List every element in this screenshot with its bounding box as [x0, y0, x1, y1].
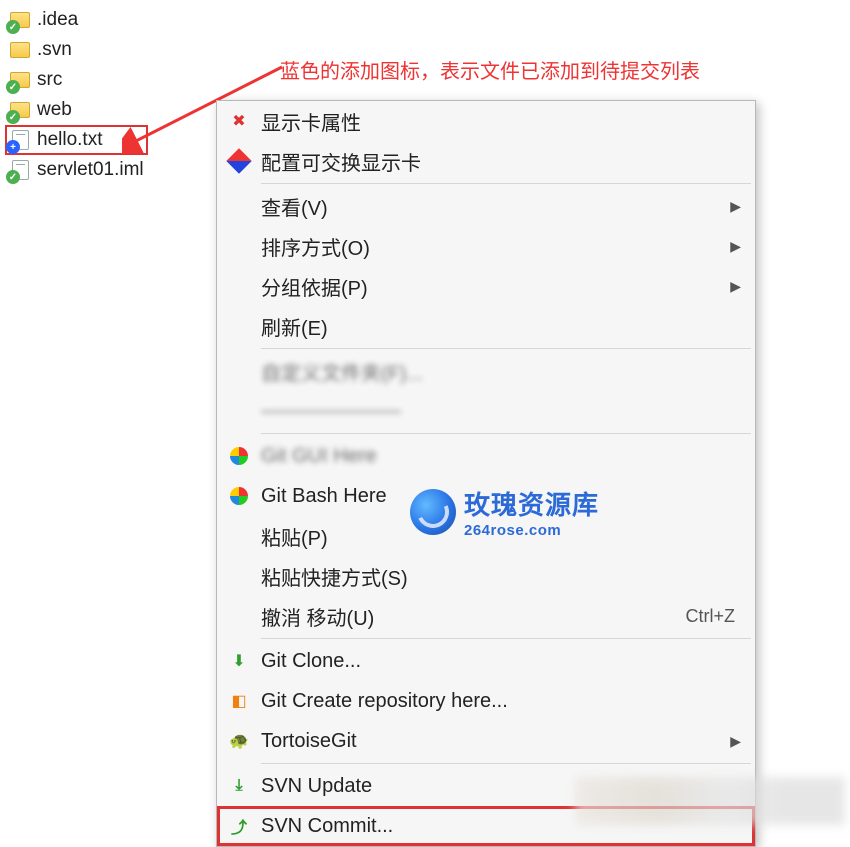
menu-item-undo-move[interactable]: 撤消 移动(U) Ctrl+Z: [217, 596, 755, 636]
menu-label: 刷新(E): [261, 312, 741, 341]
file-label: web: [37, 99, 72, 121]
file-item-src[interactable]: ✓ src: [5, 65, 148, 95]
menu-label: 粘贴快捷方式(S): [261, 562, 741, 591]
folder-icon: ✓: [9, 9, 31, 31]
text-file-icon: ✓: [9, 159, 31, 181]
menu-item-sort[interactable]: 排序方式(O) ▶: [217, 226, 755, 266]
git-clone-icon: ⬇: [228, 650, 250, 672]
menu-item-gpu-properties[interactable]: ✖ 显示卡属性: [217, 101, 755, 141]
menu-label: 撤消 移动(U): [261, 602, 686, 631]
text-file-icon: +: [9, 129, 31, 151]
menu-label: 自定义文件夹(F)...: [261, 357, 741, 386]
folder-icon: [9, 39, 31, 61]
tortoisegit-icon: 🐢: [228, 730, 250, 752]
obscured-region: [575, 777, 845, 825]
menu-item-group[interactable]: 分组依据(P) ▶: [217, 266, 755, 306]
menu-item-paste-shortcut[interactable]: 粘贴快捷方式(S): [217, 556, 755, 596]
submenu-arrow-icon: ▶: [730, 278, 741, 295]
menu-label: 查看(V): [261, 192, 730, 221]
menu-label: Git Clone...: [261, 650, 741, 673]
menu-item-refresh[interactable]: 刷新(E): [217, 306, 755, 346]
submenu-arrow-icon: ▶: [730, 238, 741, 255]
svn-normal-overlay-icon: ✓: [6, 110, 20, 124]
file-item-idea[interactable]: ✓ .idea: [5, 5, 148, 35]
menu-label: 显示卡属性: [261, 107, 741, 136]
git-create-icon: ◧: [228, 690, 250, 712]
menu-label: TortoiseGit: [261, 730, 730, 753]
svn-normal-overlay-icon: ✓: [6, 170, 20, 184]
menu-item-git-bash[interactable]: Git Bash Here: [217, 476, 755, 516]
menu-separator: [261, 348, 751, 349]
file-item-hello-txt[interactable]: + hello.txt: [5, 125, 148, 155]
file-label: src: [37, 69, 62, 91]
menu-label: 配置可交换显示卡: [261, 147, 741, 176]
menu-label: Git Create repository here...: [261, 690, 741, 713]
switchable-gpu-icon: [226, 148, 251, 173]
menu-label: Git GUI Here: [261, 445, 741, 468]
menu-separator: [261, 763, 751, 764]
svn-normal-overlay-icon: ✓: [6, 20, 20, 34]
menu-separator: [261, 638, 751, 639]
menu-label: 排序方式(O): [261, 232, 730, 261]
file-item-svn[interactable]: .svn: [5, 35, 148, 65]
menu-label: 分组依据(P): [261, 272, 730, 301]
menu-item-obscured[interactable]: 自定义文件夹(F)...: [217, 351, 755, 391]
menu-item-view[interactable]: 查看(V) ▶: [217, 186, 755, 226]
git-icon: [230, 487, 248, 505]
menu-item-paste[interactable]: 粘贴(P): [217, 516, 755, 556]
svn-commit-icon: ⤴: [228, 815, 250, 837]
folder-icon: ✓: [9, 69, 31, 91]
menu-item-obscured[interactable]: ———————: [217, 391, 755, 431]
file-list: ✓ .idea .svn ✓ src ✓ web + hello.txt ✓ s…: [5, 5, 148, 185]
submenu-arrow-icon: ▶: [730, 733, 741, 750]
menu-item-git-create-repo[interactable]: ◧ Git Create repository here...: [217, 681, 755, 721]
file-label: servlet01.iml: [37, 159, 144, 181]
folder-icon: ✓: [9, 99, 31, 121]
file-label: .idea: [37, 9, 78, 31]
file-item-servlet-iml[interactable]: ✓ servlet01.iml: [5, 155, 148, 185]
menu-item-git-clone[interactable]: ⬇ Git Clone...: [217, 641, 755, 681]
menu-separator: [261, 433, 751, 434]
menu-label: Git Bash Here: [261, 485, 741, 508]
menu-separator: [261, 183, 751, 184]
file-label: hello.txt: [37, 129, 102, 151]
annotation-text: 蓝色的添加图标，表示文件已添加到待提交列表: [280, 55, 700, 84]
file-label: .svn: [37, 39, 72, 61]
svn-normal-overlay-icon: ✓: [6, 80, 20, 94]
git-icon: [230, 447, 248, 465]
menu-shortcut: Ctrl+Z: [686, 606, 736, 627]
menu-label: 粘贴(P): [261, 522, 741, 551]
menu-label: ———————: [261, 400, 741, 423]
submenu-arrow-icon: ▶: [730, 198, 741, 215]
menu-item-switchable-gpu[interactable]: 配置可交换显示卡: [217, 141, 755, 181]
svn-update-icon: ⤓: [228, 775, 250, 797]
menu-item-tortoisegit[interactable]: 🐢 TortoiseGit ▶: [217, 721, 755, 761]
gpu-properties-icon: ✖: [228, 110, 250, 132]
file-item-web[interactable]: ✓ web: [5, 95, 148, 125]
context-menu: ✖ 显示卡属性 配置可交换显示卡 查看(V) ▶ 排序方式(O) ▶ 分组依据(…: [216, 100, 756, 847]
svn-added-overlay-icon: +: [6, 140, 20, 154]
menu-item-obscured[interactable]: Git GUI Here: [217, 436, 755, 476]
